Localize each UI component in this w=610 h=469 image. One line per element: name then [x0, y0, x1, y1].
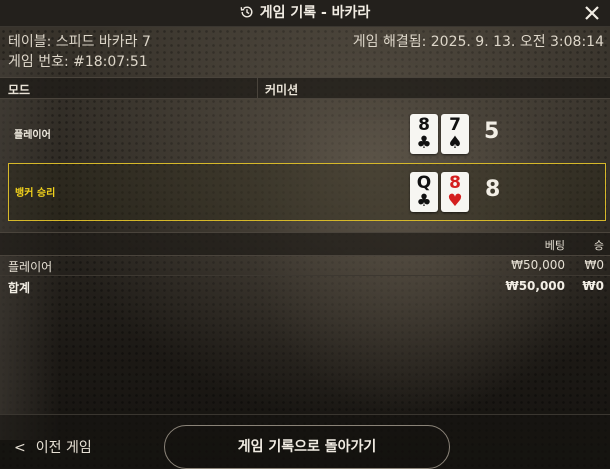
game-number: 게임 번호: #18:07:51	[8, 54, 148, 70]
bet-amount: ₩50,000	[511, 258, 565, 272]
previous-game-button[interactable]: < 이전 게임	[14, 437, 92, 457]
card-suit-icon: ♣	[416, 191, 432, 211]
playing-card: 7 ♠	[441, 114, 469, 154]
win-column-label: 승	[593, 239, 604, 252]
banker-score: 8	[485, 177, 501, 202]
bet-name: 플레이어	[8, 260, 53, 274]
page-title: 게임 기록 - 바카라	[0, 0, 610, 26]
bet-total-row: 합계 ₩50,000 ₩0	[0, 276, 610, 296]
total-win-amount: ₩0	[582, 279, 604, 293]
total-label: 합계	[8, 281, 31, 295]
history-clock-icon	[240, 6, 253, 18]
card-suit-icon: ♥	[447, 191, 463, 211]
player-hand-row: 플레이어 8 ♣ 7 ♠ 5	[8, 106, 604, 162]
mode-column-label: 모드	[8, 83, 31, 97]
card-suit-icon: ♣	[416, 133, 432, 153]
mode-header: 모드 커미션	[0, 77, 610, 99]
close-icon	[585, 6, 599, 20]
card-rank: Q	[416, 173, 432, 193]
column-divider	[257, 78, 258, 98]
previous-game-label: 이전 게임	[35, 440, 92, 456]
total-bet-amount: ₩50,000	[505, 279, 565, 293]
bet-table-header: 베팅 승	[0, 232, 610, 256]
commission-column-label: 커미션	[265, 83, 299, 97]
card-rank: 7	[449, 115, 461, 135]
banker-hand-row: 뱅커 승리 Q ♣ 8 ♥ 8	[8, 163, 606, 221]
back-to-history-button[interactable]: 게임 기록으로 돌아가기	[164, 425, 450, 469]
win-amount: ₩0	[584, 258, 605, 272]
settled-time: 게임 해결됨: 2025. 9. 13. 오전 3:08:14	[352, 34, 604, 50]
card-rank: 8	[449, 173, 461, 193]
playing-card: 8 ♣	[410, 114, 438, 154]
playing-card: 8 ♥	[441, 172, 469, 212]
player-hand-label: 플레이어	[14, 130, 51, 141]
table-name: 테이블: 스피드 바카라 7	[8, 34, 151, 50]
bet-row: 플레이어 ₩50,000 ₩0	[0, 255, 610, 276]
card-rank: 8	[418, 115, 430, 135]
close-button[interactable]	[582, 3, 602, 23]
page-title-text: 게임 기록 - 바카라	[259, 5, 371, 21]
chevron-left-icon: <	[14, 440, 26, 456]
player-score: 5	[484, 119, 500, 144]
card-suit-icon: ♠	[447, 133, 463, 153]
banker-win-label: 뱅커 승리	[15, 188, 56, 199]
playing-card: Q ♣	[410, 172, 438, 212]
header-bar: 게임 기록 - 바카라	[0, 0, 610, 27]
bet-column-label: 베팅	[544, 239, 565, 252]
footer-bar: < 이전 게임 게임 기록으로 돌아가기	[0, 414, 610, 469]
